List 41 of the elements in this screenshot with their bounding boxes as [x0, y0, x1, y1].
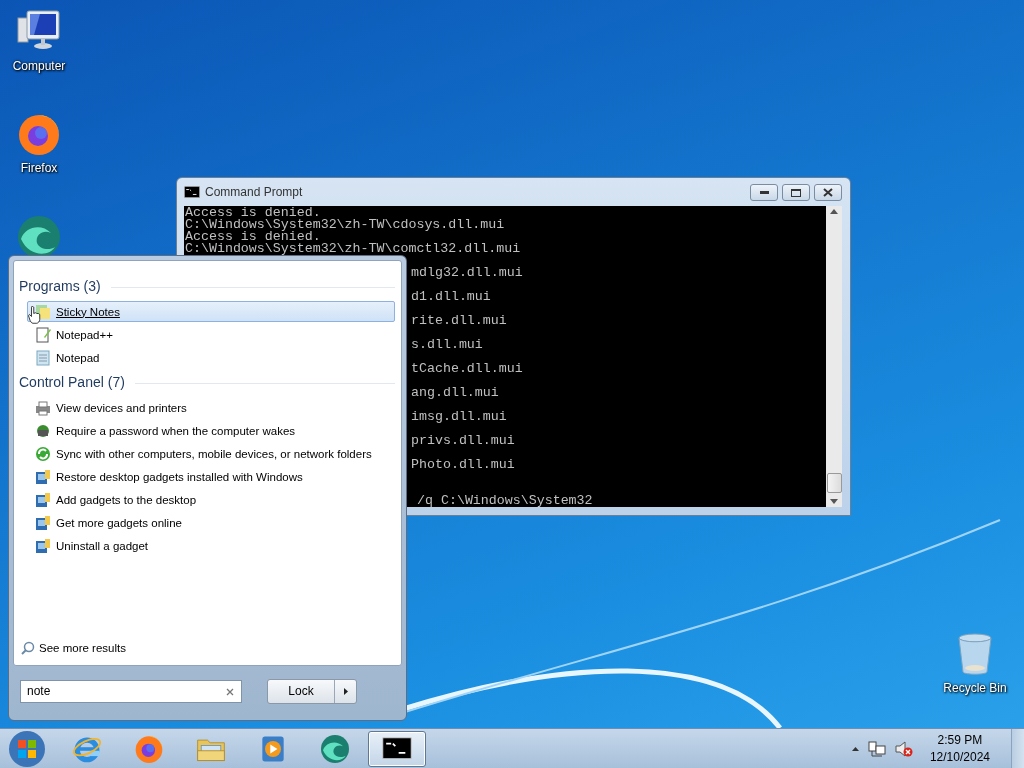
window-title: Command Prompt: [205, 185, 304, 199]
printer-icon: [35, 399, 51, 416]
start-orb-icon: [8, 729, 46, 768]
network-icon[interactable]: [867, 740, 886, 757]
caret-icon: [343, 687, 348, 695]
minimize-button[interactable]: [750, 184, 778, 201]
section-heading: Control Panel (7): [19, 374, 125, 390]
section-heading: Programs (3): [19, 278, 101, 294]
icon-label[interactable]: Computer: [12, 59, 66, 73]
icon-label[interactable]: Firefox: [20, 161, 58, 175]
gadget-icon: [35, 514, 51, 531]
clock[interactable]: 2:59 PM 12/10/2024: [929, 731, 990, 766]
minimize-icon: [759, 190, 769, 195]
restore-button[interactable]: [782, 184, 810, 201]
gadget-icon: [35, 537, 51, 554]
pointer-hand-icon: [28, 306, 41, 324]
notepad-icon: [35, 326, 51, 343]
taskbar-button[interactable]: [368, 730, 426, 767]
search-icon: [21, 641, 35, 655]
scrollbar-thumb[interactable]: [826, 473, 842, 493]
close-icon[interactable]: [226, 687, 234, 696]
caret-icon[interactable]: [830, 209, 838, 214]
caret-icon[interactable]: [830, 499, 838, 504]
notepad-icon: [35, 349, 51, 366]
close-button[interactable]: [814, 184, 842, 201]
muted-speaker-icon[interactable]: [894, 740, 913, 757]
sync-icon: [35, 445, 51, 462]
terminal-icon: [382, 737, 412, 760]
menu-item[interactable]: Get more gadgets online: [27, 512, 395, 533]
caret-icon[interactable]: [851, 746, 859, 751]
gadget-icon: [35, 491, 51, 508]
see-more-link[interactable]: See more results: [19, 641, 395, 655]
restore-icon: [791, 188, 801, 197]
close-icon: [823, 188, 833, 197]
terminal-icon: [184, 186, 200, 198]
gadget-icon: [35, 468, 51, 485]
scrollbar[interactable]: [826, 206, 842, 507]
swirl-icon: [319, 732, 351, 765]
menu-item[interactable]: Uninstall a gadget: [27, 535, 395, 556]
search-field[interactable]: note: [20, 679, 242, 703]
menu-item[interactable]: Sticky Notes: [27, 301, 395, 322]
